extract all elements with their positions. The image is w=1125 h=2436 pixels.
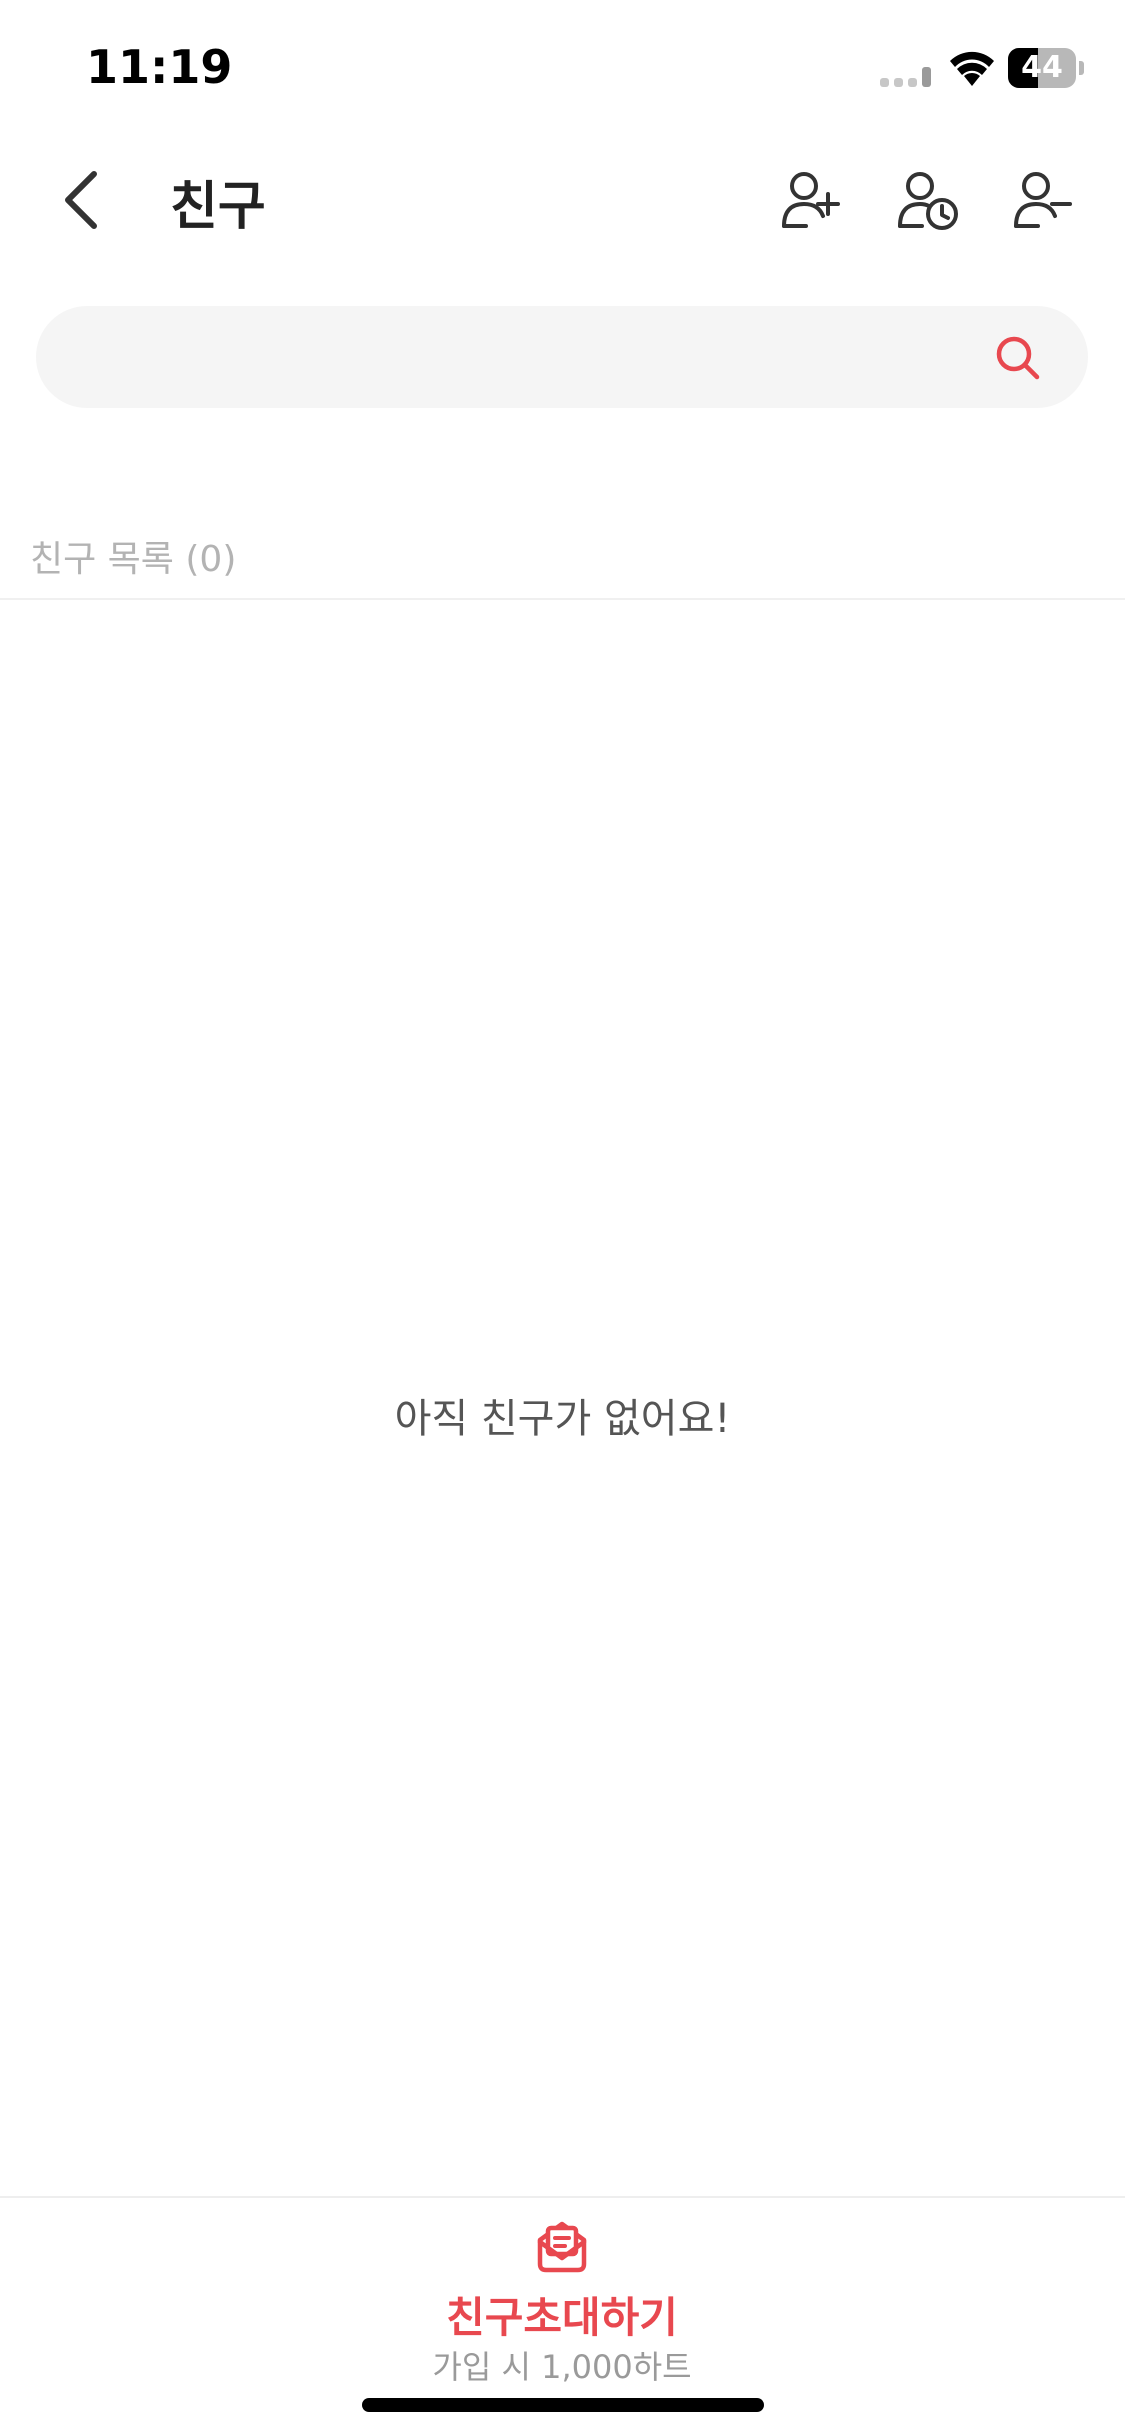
status-bar: 11:19 44 — [0, 0, 1125, 140]
status-time: 11:19 — [86, 40, 233, 94]
mail-open-icon — [537, 2221, 587, 2273]
search-icon[interactable] — [992, 332, 1044, 384]
bottom-divider — [0, 2196, 1125, 2198]
search-bar — [36, 306, 1088, 410]
friends-list-header: 친구 목록 (0) — [30, 539, 237, 580]
cellular-signal-icon — [880, 67, 931, 87]
back-button[interactable] — [50, 160, 114, 240]
wifi-icon — [950, 51, 994, 86]
home-indicator — [362, 2398, 764, 2412]
pending-friend-button[interactable] — [892, 164, 964, 236]
divider — [0, 598, 1125, 600]
user-clock-icon — [898, 172, 958, 230]
user-minus-icon — [1014, 172, 1072, 228]
remove-friend-button[interactable] — [1008, 164, 1080, 236]
battery-icon: 44 — [1008, 48, 1084, 88]
empty-state-message: 아직 친구가 없어요! — [394, 1396, 731, 1442]
invite-friends-label: 친구초대하기 — [446, 2293, 678, 2342]
add-friend-button[interactable] — [776, 164, 848, 236]
page-title: 친구 — [170, 177, 266, 237]
header: 친구 — [0, 140, 1125, 260]
search-input[interactable] — [76, 306, 980, 410]
chevron-left-icon — [65, 171, 97, 229]
battery-level: 44 — [1021, 50, 1063, 85]
invite-reward-label: 가입 시 1,000하트 — [432, 2348, 692, 2386]
invite-friends-button[interactable]: 친구초대하기 가입 시 1,000하트 — [362, 2208, 762, 2408]
user-plus-icon — [782, 172, 840, 228]
